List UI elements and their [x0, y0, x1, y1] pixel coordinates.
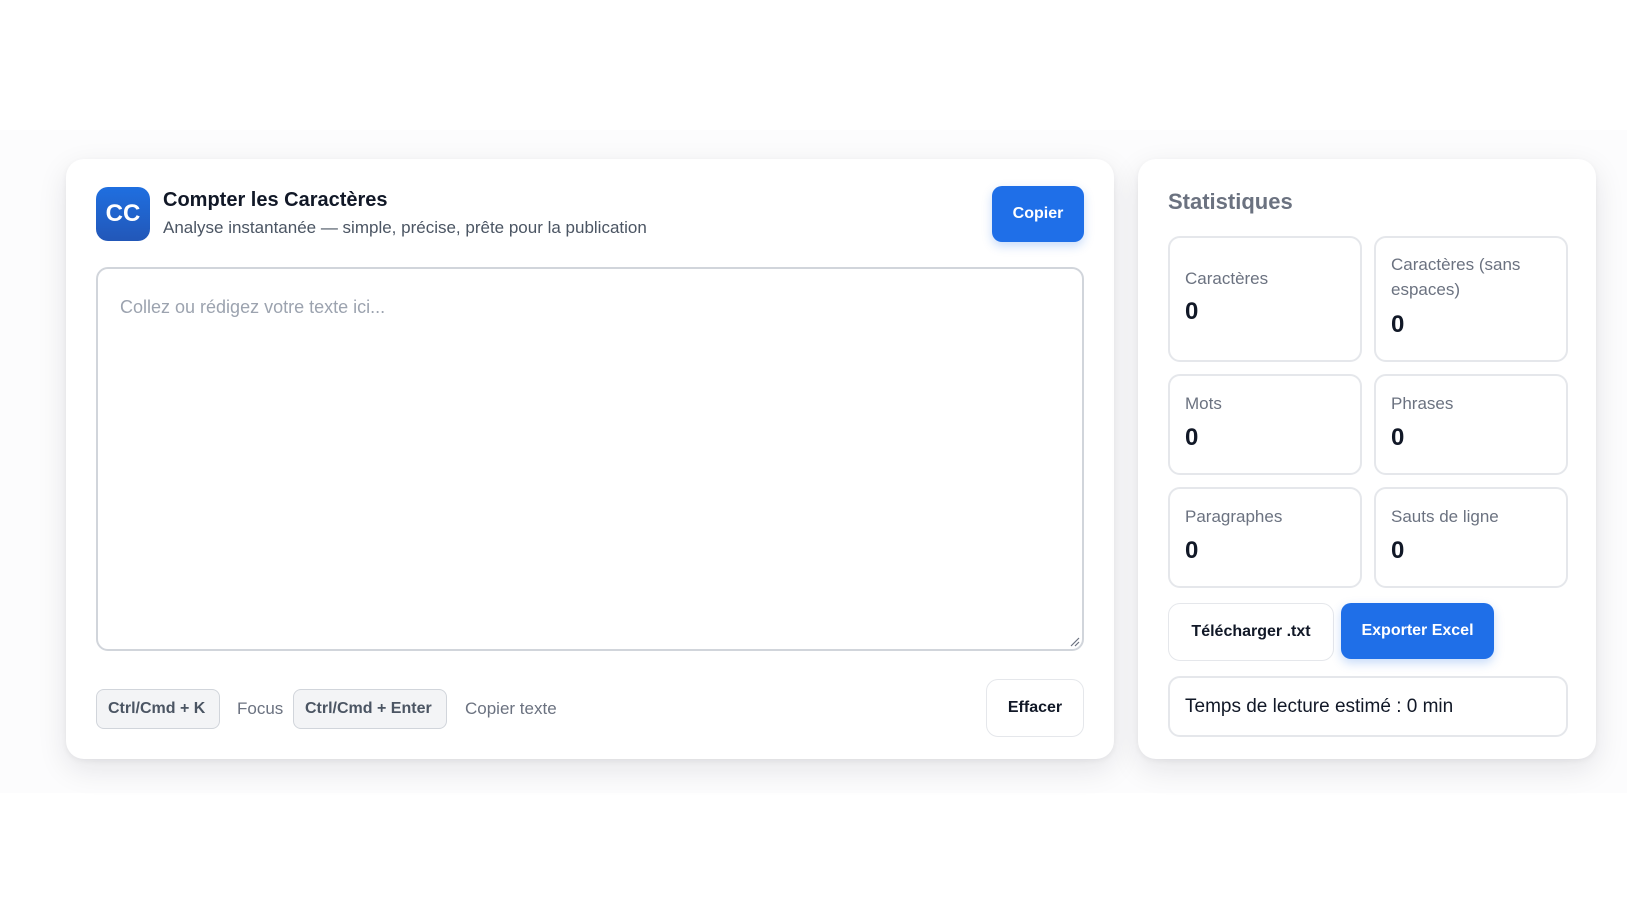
stat-line-breaks: Sauts de ligne 0: [1374, 487, 1568, 588]
shortcut-copy-key: Ctrl/Cmd + Enter: [293, 689, 447, 729]
stat-label: Phrases: [1391, 394, 1454, 413]
stat-value: 0: [1185, 424, 1199, 451]
copy-button[interactable]: Copier: [992, 186, 1084, 242]
app-title: Compter les Caractères: [163, 189, 388, 211]
stat-sentences: Phrases 0: [1374, 374, 1568, 475]
shortcut-focus-key: Ctrl/Cmd + K: [96, 689, 220, 729]
editor-card: CC Compter les Caractères Analyse instan…: [66, 159, 1114, 759]
stat-paragraphs: Paragraphes 0: [1168, 487, 1362, 588]
clear-button[interactable]: Effacer: [986, 679, 1084, 737]
shortcut-copy-label: Copier texte: [465, 699, 557, 718]
shortcut-focus-label: Focus: [237, 699, 284, 718]
stat-value: 0: [1185, 298, 1199, 325]
stat-label: Mots: [1185, 394, 1222, 413]
stat-label: Sauts de ligne: [1391, 507, 1499, 526]
stat-label: Caractères (sans espaces): [1391, 255, 1521, 299]
app-subtitle: Analyse instantanée — simple, précise, p…: [163, 218, 647, 237]
stat-value: 0: [1391, 311, 1405, 338]
export-excel-button[interactable]: Exporter Excel: [1341, 603, 1494, 659]
resize-handle-icon[interactable]: [1070, 637, 1080, 647]
stat-value: 0: [1185, 537, 1199, 564]
download-txt-button[interactable]: Télécharger .txt: [1168, 603, 1334, 661]
app-logo: CC: [96, 187, 150, 241]
reading-time: Temps de lecture estimé : 0 min: [1168, 676, 1568, 737]
stat-words: Mots 0: [1168, 374, 1362, 475]
text-input[interactable]: [96, 267, 1084, 651]
stat-value: 0: [1391, 424, 1405, 451]
stats-card: Statistiques Caractères 0 Caractères (sa…: [1138, 159, 1596, 759]
stat-characters: Caractères 0: [1168, 236, 1362, 362]
stat-label: Caractères: [1185, 269, 1269, 288]
stat-label: Paragraphes: [1185, 507, 1283, 526]
stat-characters-no-spaces: Caractères (sans espaces) 0: [1374, 236, 1568, 362]
stats-title: Statistiques: [1168, 189, 1293, 214]
stat-value: 0: [1391, 537, 1405, 564]
